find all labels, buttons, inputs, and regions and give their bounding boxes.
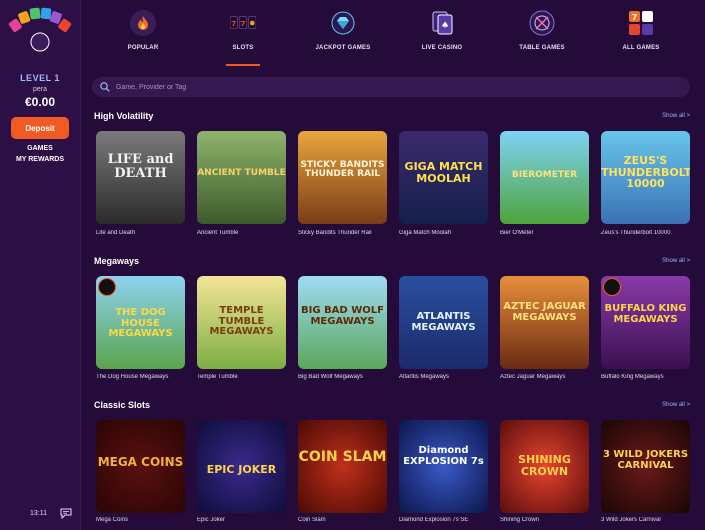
deposit-button[interactable]: Deposit — [11, 117, 69, 139]
game-title[interactable]: Epic Joker — [197, 517, 289, 523]
game-title[interactable]: Bier O'Meter — [500, 230, 592, 236]
show-all-link[interactable]: Show all > — [662, 113, 690, 119]
tab-slots[interactable]: 7 7 SLOTS — [198, 10, 288, 51]
game-title[interactable]: Buffalo King Megaways — [601, 374, 693, 380]
game-art-text: ZEUS'S THUNDERBOLT 10000 — [601, 154, 690, 191]
game-tile-3-wild-jokers[interactable]: 3 WILD JOKERS CARNIVAL — [601, 420, 690, 513]
game-tile-ancient-tumble[interactable]: ANCIENT TUMBLE — [197, 131, 286, 224]
game-tile-coin-slam[interactable]: COIN SLAM — [298, 420, 387, 513]
tab-label: TABLE GAMES — [519, 45, 565, 51]
tab-label: JACKPOT GAMES — [315, 45, 371, 51]
drops-wins-badge — [98, 278, 116, 296]
level-indicator: LEVEL 1 — [20, 73, 60, 83]
tab-label: ALL GAMES — [622, 45, 660, 51]
game-tile-atlantis-megaways[interactable]: ATLANTIS MEGAWAYS — [399, 276, 488, 369]
balance-amount: €0.00 — [24, 95, 56, 109]
game-title[interactable]: Zeus's Thunderbolt 10000 — [601, 230, 693, 236]
game-tile-mega-coins[interactable]: MEGA COINS — [96, 420, 185, 513]
game-art-text: 3 WILD JOKERS CARNIVAL — [602, 449, 689, 471]
game-art-text: LIFE and DEATH — [107, 152, 174, 181]
flame-icon — [130, 10, 156, 36]
game-tile-life-and-death[interactable]: LIFE and DEATH — [96, 131, 185, 224]
sidebar: LEVEL 1 pera €0.00 Deposit GAMES MY REWA… — [0, 0, 81, 530]
section-title-megaways: Megaways — [94, 256, 140, 266]
game-title[interactable]: Shining Crown — [500, 517, 592, 523]
game-title[interactable]: The Dog House Megaways — [96, 374, 188, 380]
tab-table-games[interactable]: TABLE GAMES — [497, 10, 587, 51]
game-title[interactable]: Temple Tumble — [197, 374, 289, 380]
game-title[interactable]: Sticky Bandits Thunder Rail — [298, 230, 390, 236]
game-title[interactable]: Atlantis Megaways — [399, 374, 491, 380]
active-tab-indicator — [226, 64, 260, 66]
game-art-text: EPIC JOKER — [206, 463, 277, 476]
grid-icon: 7 — [628, 10, 654, 36]
game-art-text: STICKY BANDITS THUNDER RAIL — [300, 160, 385, 180]
wheelz-logo[interactable] — [8, 6, 72, 56]
game-title[interactable]: Giga Match Moolah — [399, 230, 491, 236]
game-tile-zeus-thunderbolt[interactable]: ZEUS'S THUNDERBOLT 10000 — [601, 131, 690, 224]
game-art-text: GIGA MATCH MOOLAH — [404, 160, 483, 185]
slot-reels-icon: 7 7 — [230, 10, 256, 36]
game-tile-giga-match-moolah[interactable]: GIGA MATCH MOOLAH — [399, 131, 488, 224]
category-nav: POPULAR 7 7 SLOTS JACKPOT GAMES ♠ LIVE C… — [80, 0, 705, 72]
search-input[interactable] — [116, 77, 676, 97]
diamond-icon — [330, 10, 356, 36]
game-tile-aztec-jaguar[interactable]: AZTEC JAGUAR MEGAWAYS — [500, 276, 589, 369]
section-title-classic-slots: Classic Slots — [94, 400, 151, 410]
tab-label: POPULAR — [127, 45, 159, 51]
section-title-high-volatility: High Volatility — [94, 111, 154, 121]
game-art-text: MEGA COINS — [97, 455, 184, 469]
game-tile-bier-ometer[interactable]: BIEROMETER — [500, 131, 589, 224]
chat-icon[interactable] — [60, 508, 72, 519]
currency-label: pera — [32, 86, 47, 93]
game-title[interactable]: Life and Death — [96, 230, 188, 236]
game-tile-temple-tumble[interactable]: TEMPLE TUMBLE MEGAWAYS — [197, 276, 286, 369]
game-art-text: BIEROMETER — [511, 170, 578, 180]
game-art-text: COIN SLAM — [298, 449, 387, 465]
game-title[interactable]: Mega Coins — [96, 517, 188, 523]
game-art-text: THE DOG HOUSE MEGAWAYS — [108, 307, 173, 339]
search-bar[interactable] — [92, 77, 690, 97]
game-art-text: AZTEC JAGUAR MEGAWAYS — [503, 301, 586, 323]
game-tile-diamond-explosion[interactable]: Diamond EXPLOSION 7s — [399, 420, 488, 513]
game-art-text: Diamond EXPLOSION 7s — [403, 445, 484, 467]
game-title[interactable]: Coin Slam — [298, 517, 390, 523]
show-all-link[interactable]: Show all > — [662, 258, 690, 264]
game-title[interactable]: Aztec Jaguar Megaways — [500, 374, 592, 380]
clock-time: 13:11 — [30, 510, 47, 517]
roulette-icon — [529, 10, 555, 36]
game-tile-dog-house-megaways[interactable]: THE DOG HOUSE MEGAWAYS — [96, 276, 185, 369]
my-rewards-link[interactable]: MY REWARDS — [0, 156, 80, 163]
game-tile-epic-joker[interactable]: EPIC JOKER — [197, 420, 286, 513]
game-art-text: TEMPLE TUMBLE MEGAWAYS — [209, 305, 274, 337]
game-tile-big-bad-wolf[interactable]: BIG BAD WOLF MEGAWAYS — [298, 276, 387, 369]
game-tile-buffalo-king[interactable]: BUFFALO KING MEGAWAYS — [601, 276, 690, 369]
games-link[interactable]: GAMES — [0, 145, 80, 152]
tab-all-games[interactable]: 7 ALL GAMES — [596, 10, 686, 51]
tab-live-casino[interactable]: ♠ LIVE CASINO — [397, 10, 487, 51]
drops-wins-badge — [603, 278, 621, 296]
tab-popular[interactable]: POPULAR — [98, 10, 188, 51]
svg-text:7: 7 — [231, 19, 236, 28]
svg-text:7: 7 — [632, 13, 638, 22]
svg-text:7: 7 — [240, 19, 245, 28]
game-art-text: ATLANTIS MEGAWAYS — [411, 311, 476, 333]
tab-jackpot-games[interactable]: JACKPOT GAMES — [298, 10, 388, 51]
tab-label: SLOTS — [232, 45, 254, 51]
game-art-text: SHINING CROWN — [518, 453, 571, 478]
game-title[interactable]: Ancient Tumble — [197, 230, 289, 236]
game-art-text: ANCIENT TUMBLE — [197, 168, 286, 178]
tab-label: LIVE CASINO — [421, 45, 463, 51]
show-all-link[interactable]: Show all > — [662, 402, 690, 408]
svg-text:♠: ♠ — [441, 21, 449, 31]
game-tile-sticky-bandits[interactable]: STICKY BANDITS THUNDER RAIL — [298, 131, 387, 224]
game-art-text: BUFFALO KING MEGAWAYS — [604, 303, 687, 325]
cards-icon: ♠ — [429, 10, 455, 36]
game-tile-shining-crown[interactable]: SHINING CROWN — [500, 420, 589, 513]
game-title[interactable]: 3 Wild Jokers Carnival — [601, 517, 693, 523]
game-art-text: BIG BAD WOLF MEGAWAYS — [301, 305, 384, 327]
search-icon — [100, 82, 110, 92]
game-title[interactable]: Big Bad Wolf Megaways — [298, 374, 390, 380]
game-title[interactable]: Diamond Explosion 7s SE — [399, 517, 491, 523]
